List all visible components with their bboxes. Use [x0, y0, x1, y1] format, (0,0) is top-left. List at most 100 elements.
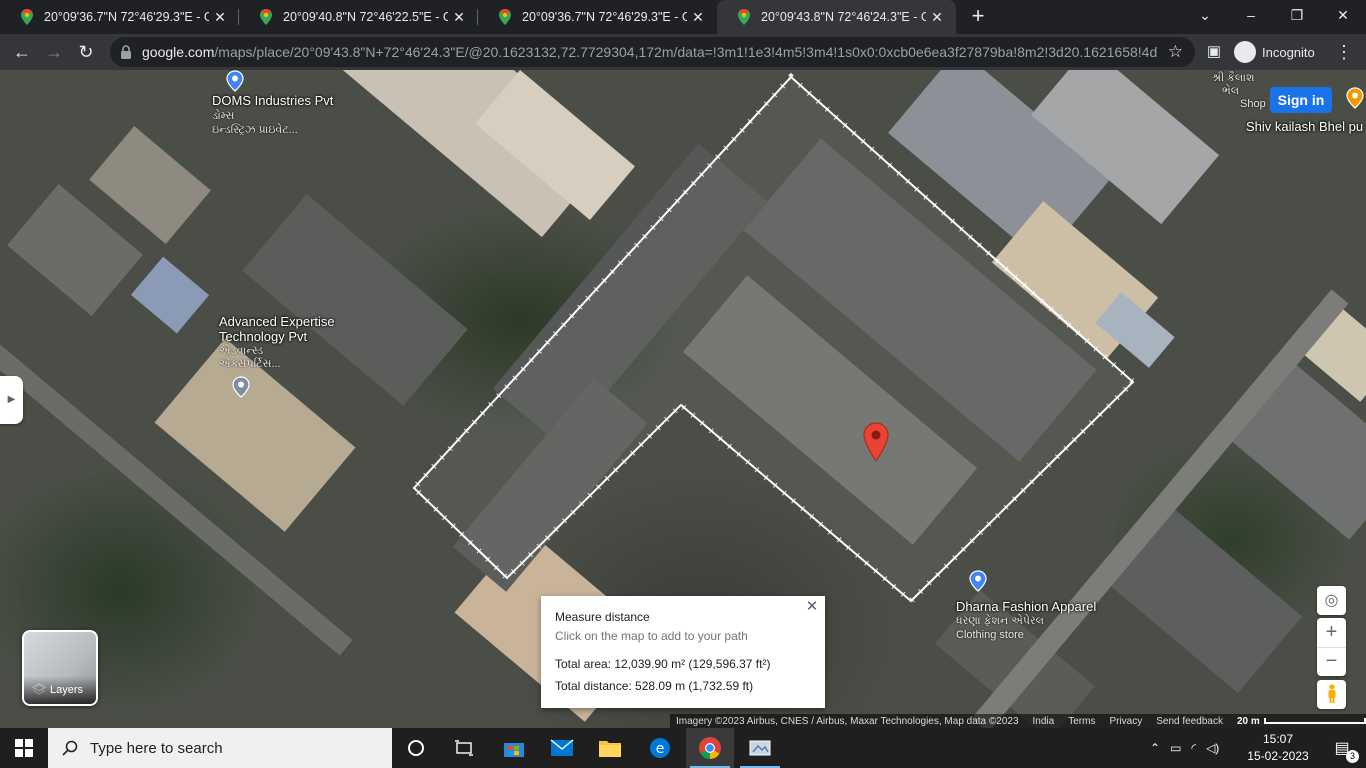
clock-date: 15-02-2023	[1247, 749, 1309, 763]
poi-pin-icon[interactable]	[969, 570, 987, 592]
location-pin-icon[interactable]	[862, 422, 890, 462]
taskbar-clock[interactable]: 15:07 15-02-2023	[1238, 731, 1318, 765]
close-icon[interactable]: ✕	[928, 8, 946, 26]
mail-icon[interactable]	[538, 728, 586, 768]
close-icon[interactable]: ✕	[211, 8, 229, 26]
store-bag	[504, 743, 524, 757]
privacy-link[interactable]: Privacy	[1109, 716, 1142, 727]
star-icon[interactable]: ☆	[1168, 42, 1183, 62]
my-location-icon[interactable]: ◎	[1317, 586, 1346, 615]
windows-logo	[15, 739, 33, 757]
tab-2[interactable]: 20°09'36.7"N 72°46'29.3"E - Google Maps …	[478, 0, 717, 34]
maps-favicon	[499, 9, 511, 25]
chrome-icon[interactable]	[686, 728, 734, 768]
browser-toolbar: ← → ↻ google.com/maps/place/20°09'43.8"N…	[0, 34, 1366, 70]
send-feedback-link[interactable]: Send feedback	[1156, 716, 1223, 727]
poi-local-label: એક્સપર્ટિસ...	[219, 358, 281, 370]
zoom-out-icon[interactable]: −	[1317, 647, 1346, 676]
poi-local-label: એડવાન્સ્ડ	[219, 345, 264, 357]
search-icon	[62, 740, 78, 756]
volume-icon[interactable]: ◁)	[1206, 741, 1219, 755]
close-icon[interactable]: ✕	[689, 8, 707, 26]
cortana-ring	[408, 740, 424, 756]
terms-link[interactable]: Terms	[1068, 716, 1095, 727]
restore-icon[interactable]: ❐	[1274, 0, 1320, 30]
incognito-indicator[interactable]: Incognito	[1234, 40, 1315, 64]
windows-start-icon[interactable]	[0, 728, 48, 768]
maps-favicon	[738, 9, 750, 25]
scale-label: 20 m	[1236, 715, 1260, 727]
poi-label-advanced-expertise[interactable]: Technology Pvt	[219, 329, 307, 344]
total-area: Total area: 12,039.90 m² (129,596.37 ft²…	[555, 657, 771, 671]
tab-0[interactable]: 20°09'36.7"N 72°46'29.3"E - Google Maps …	[0, 0, 239, 34]
pegman-icon[interactable]	[1317, 680, 1346, 709]
search-placeholder: Type here to search	[90, 739, 223, 757]
system-tray: ⌃ ▭ ◜ ◁)	[1150, 728, 1219, 768]
store-icon[interactable]	[490, 728, 538, 768]
forward-icon[interactable]: →	[40, 38, 68, 66]
poi-pin-icon[interactable]	[232, 376, 250, 398]
poi-local-label: શ્રી કૈલાશ	[1212, 72, 1255, 84]
clock-time: 15:07	[1262, 732, 1294, 746]
folder-glyph	[599, 741, 621, 757]
notification-count-badge: 3	[1346, 750, 1359, 763]
poi-pin-icon[interactable]	[1346, 87, 1364, 109]
satellite-map[interactable]: DOMS Industries Pvt ડોમ્સ ઇન્ડસ્ટ્રિઝ પ્…	[0, 70, 1366, 728]
sign-in-button[interactable]: Sign in	[1270, 87, 1332, 113]
notification-center-icon[interactable]: ▤ 3	[1322, 728, 1362, 768]
window-close-icon[interactable]: ✕	[1320, 0, 1366, 30]
chrome-logo	[699, 737, 721, 759]
file-explorer-icon[interactable]	[586, 728, 634, 768]
incognito-icon	[1234, 41, 1256, 63]
pegman-figure	[1328, 684, 1335, 703]
kebab-menu-icon[interactable]: ⋮	[1330, 38, 1358, 66]
poi-local-label: ઇન્ડસ્ટ્રિઝ પ્રાઇવેટ...	[212, 124, 298, 136]
url-text: google.com/maps/place/20°09'43.8"N+72°46…	[142, 44, 1157, 60]
imagery-credit: Imagery ©2023 Airbus, CNES / Airbus, Max…	[676, 715, 1019, 727]
tab-1[interactable]: 20°09'40.8"N 72°46'22.5"E - Google Maps …	[239, 0, 478, 34]
tab-strip: 20°09'36.7"N 72°46'29.3"E - Google Maps …	[0, 0, 1366, 34]
poi-label-advanced-expertise[interactable]: Advanced Expertise	[219, 314, 335, 329]
poi-local-label: ધરણા ફેશન એપેરલ	[956, 615, 1044, 627]
back-icon[interactable]: ←	[8, 38, 36, 66]
scale-line	[1263, 718, 1366, 724]
scale-bar[interactable]: 20 m	[1237, 716, 1366, 727]
tab-title: 20°09'43.8"N 72°46'24.3"E - Google Maps	[761, 10, 926, 24]
minimize-icon[interactable]: –	[1228, 0, 1274, 30]
mail-envelope	[550, 739, 574, 756]
windows-taskbar: Type here to search e ⌃ ▭ ◜ ◁) 15:07 15-…	[0, 728, 1366, 768]
battery-icon[interactable]: ▭	[1170, 741, 1181, 755]
measure-hint: Click on the map to add to your path	[555, 629, 748, 643]
reading-list-icon[interactable]: ▣	[1200, 38, 1228, 66]
cortana-icon[interactable]	[392, 728, 440, 768]
total-distance: Total distance: 528.09 m (1,732.59 ft)	[555, 679, 754, 693]
tab-search-chevron-icon[interactable]: ⌄	[1182, 0, 1228, 30]
measure-title: Measure distance	[555, 610, 650, 624]
chevron-up-icon[interactable]: ⌃	[1150, 741, 1160, 755]
reload-icon[interactable]: ↻	[72, 38, 100, 66]
poi-local-label: ડોમ્સ	[212, 110, 235, 122]
tab-title: 20°09'36.7"N 72°46'29.3"E - Google Maps	[522, 10, 687, 24]
poi-label-doms[interactable]: DOMS Industries Pvt	[212, 93, 333, 108]
zoom-in-icon[interactable]: +	[1317, 618, 1346, 647]
edge-icon[interactable]: e	[636, 728, 684, 768]
poi-label-dharna-fashion[interactable]: Dharna Fashion Apparel	[956, 599, 1096, 614]
close-icon[interactable]: ✕	[803, 598, 821, 616]
layers-button[interactable]: Layers	[22, 630, 98, 706]
tab-title: 20°09'40.8"N 72°46'22.5"E - Google Maps	[283, 10, 448, 24]
close-icon[interactable]: ✕	[450, 8, 468, 26]
task-view-icon[interactable]	[440, 728, 488, 768]
snipping-tool-icon[interactable]	[736, 728, 784, 768]
maps-favicon	[21, 9, 33, 25]
zoom-controls: + −	[1317, 618, 1346, 676]
new-tab-icon[interactable]: +	[964, 3, 992, 31]
poi-pin-icon[interactable]	[226, 70, 244, 92]
poi-label-shiv-kailash[interactable]: Shiv kailash Bhel pu	[1246, 119, 1363, 134]
country-link[interactable]: India	[1033, 716, 1055, 727]
taskbar-search-box[interactable]: Type here to search	[48, 728, 392, 768]
address-bar[interactable]: google.com/maps/place/20°09'43.8"N+72°46…	[110, 37, 1195, 67]
wifi-icon[interactable]: ◜	[1191, 741, 1196, 755]
tab-3-active[interactable]: 20°09'43.8"N 72°46'24.3"E - Google Maps …	[717, 0, 956, 34]
side-panel-toggle[interactable]: ▶	[0, 376, 23, 424]
edge-logo: e	[650, 738, 670, 758]
